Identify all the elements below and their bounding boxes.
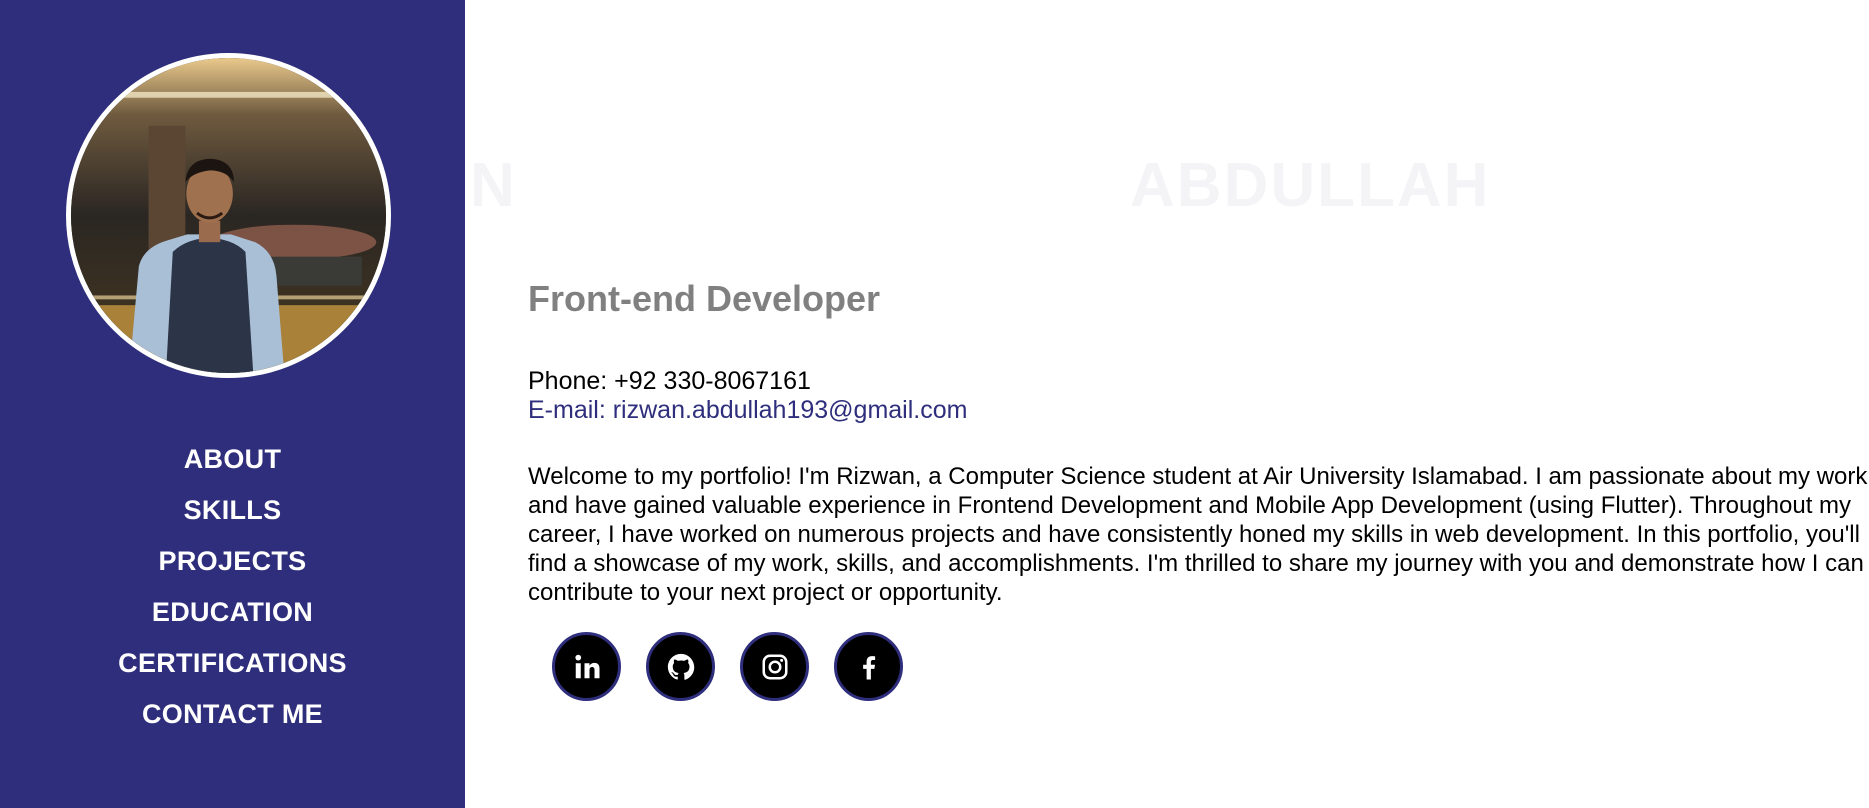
nav-link-contact[interactable]: CONTACT ME: [142, 699, 323, 729]
profile-photo: [66, 53, 391, 378]
nav-link-projects[interactable]: PROJECTS: [159, 546, 307, 576]
nav-item-projects: PROJECTS: [0, 536, 465, 587]
role-title: Front-end Developer: [528, 278, 881, 319]
bio-text: Welcome to my portfolio! I'm Rizwan, a C…: [528, 463, 1868, 606]
phone-number: Phone: +92 330-8067161: [528, 367, 811, 395]
github-icon: [667, 653, 694, 680]
facebook-button[interactable]: [834, 632, 903, 701]
nav-link-skills[interactable]: SKILLS: [184, 495, 282, 525]
nav-item-skills: SKILLS: [0, 485, 465, 536]
background-last-name: ABDULLAH: [1130, 151, 1491, 220]
linkedin-button[interactable]: [552, 632, 621, 701]
github-button[interactable]: [646, 632, 715, 701]
nav-item-contact: CONTACT ME: [0, 689, 465, 740]
linkedin-icon: [574, 654, 599, 678]
instagram-icon: [762, 654, 787, 679]
nav-link-about[interactable]: ABOUT: [184, 444, 282, 474]
portfolio-page: ABOUT SKILLS PROJECTS EDUCATION CERTIFIC…: [0, 0, 1869, 808]
social-links: [552, 632, 903, 701]
nav-item-education: EDUCATION: [0, 587, 465, 638]
nav-link-certifications[interactable]: CERTIFICATIONS: [118, 648, 347, 678]
about-section: N ABDULLAH Front-end Developer Phone: +9…: [465, 0, 1869, 808]
background-first-name: N: [470, 151, 517, 220]
instagram-button[interactable]: [740, 632, 809, 701]
email-address[interactable]: E-mail: rizwan.abdullah193@gmail.com: [528, 396, 967, 425]
nav-item-certifications: CERTIFICATIONS: [0, 638, 465, 689]
sidebar-nav: ABOUT SKILLS PROJECTS EDUCATION CERTIFIC…: [0, 434, 465, 740]
sidebar: ABOUT SKILLS PROJECTS EDUCATION CERTIFIC…: [0, 0, 465, 808]
facebook-icon: [862, 655, 875, 679]
nav-item-about: ABOUT: [0, 434, 465, 485]
profile-photo-image: [71, 58, 386, 373]
nav-link-education[interactable]: EDUCATION: [152, 597, 313, 627]
